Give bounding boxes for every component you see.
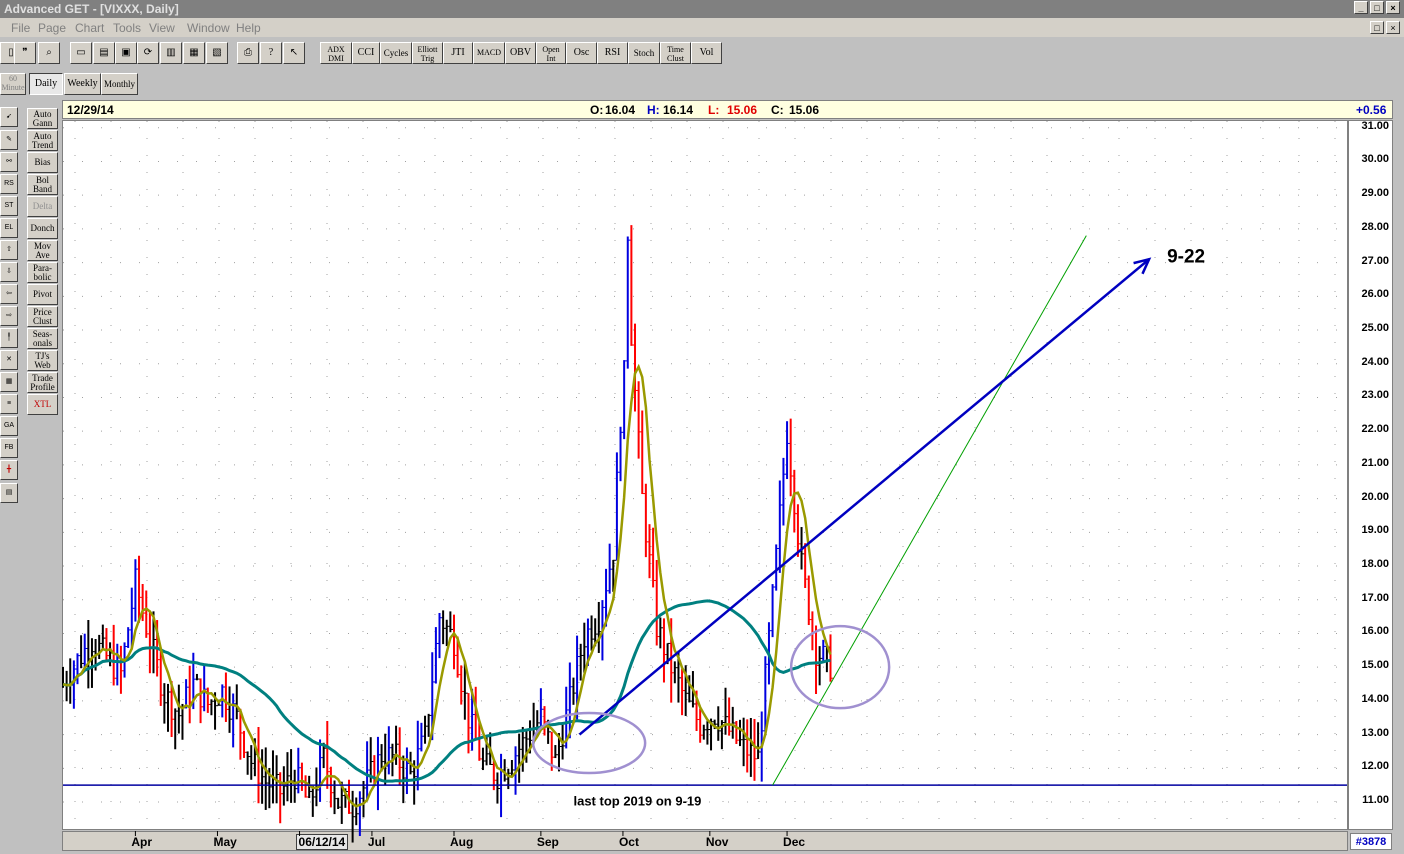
- annotation-target-date: 9-22: [1167, 247, 1205, 268]
- green-trend-line: [772, 235, 1087, 786]
- target-arrow-line: [578, 258, 1150, 736]
- annotation-last-top: last top 2019 on 9-19: [573, 793, 701, 808]
- chart-overlay: 9-22 last top 2019 on 9-19: [62, 121, 1347, 843]
- moving-average-fast-line: [62, 363, 832, 808]
